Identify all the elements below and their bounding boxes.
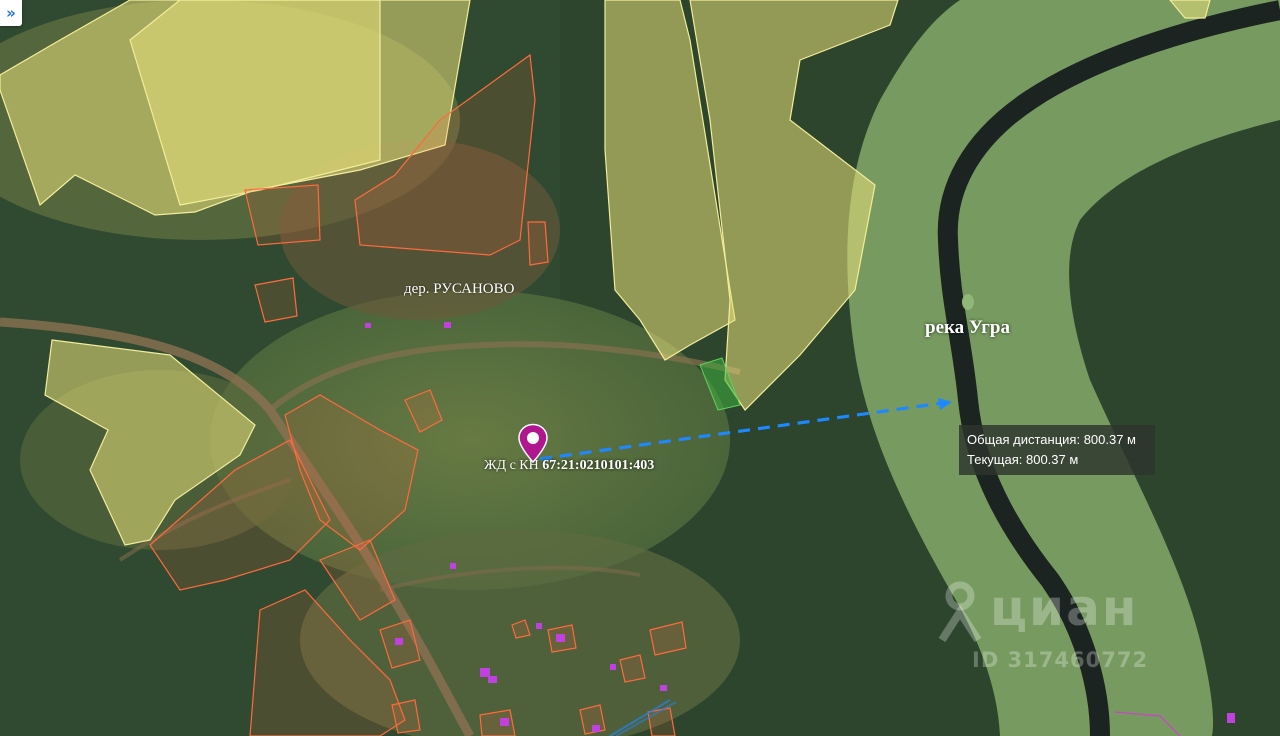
watermark-brand: циан <box>990 579 1139 637</box>
watermark-id: ID 317460772 <box>972 648 1149 672</box>
total-distance-row: Общая дистанция: 800.37 м <box>967 430 1147 450</box>
current-distance-value: 800.37 м <box>1025 452 1079 467</box>
current-distance-row: Текущая: 800.37 м <box>967 450 1147 470</box>
river-label: река Угра <box>925 317 1010 338</box>
total-distance-label: Общая дистанция: <box>967 432 1081 447</box>
cadastral-number: 67:21:0210101:403 <box>542 458 655 473</box>
expand-panel-button[interactable]: » <box>0 0 22 26</box>
location-pin-icon[interactable] <box>516 423 550 464</box>
double-chevron-right-icon: » <box>6 3 16 22</box>
village-label: дер. РУСАНОВО <box>404 281 515 297</box>
distance-tooltip: Общая дистанция: 800.37 м Текущая: 800.3… <box>959 425 1155 475</box>
total-distance-value: 800.37 м <box>1083 432 1136 447</box>
map-view[interactable]: » дер. РУСАНОВО река Угра ЖД с КН 67:21:… <box>0 0 1280 736</box>
marker-label: ЖД с КН 67:21:0210101:403 <box>484 458 654 474</box>
current-distance-label: Текущая: <box>967 452 1023 467</box>
